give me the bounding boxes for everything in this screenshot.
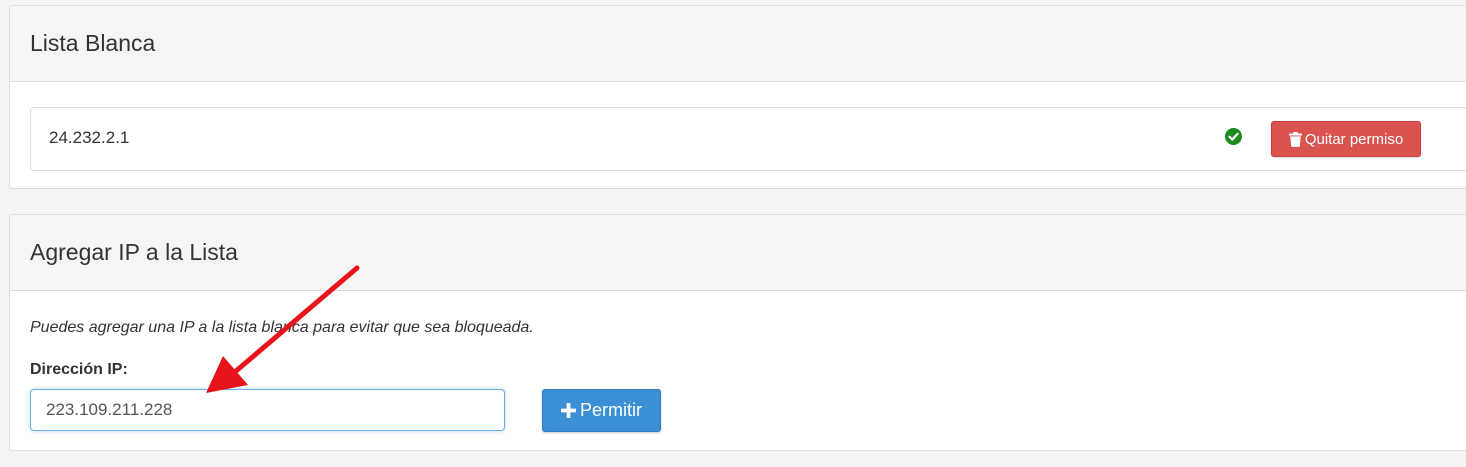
whitelist-panel-heading: Lista Blanca <box>10 6 1466 82</box>
ip-address-label: Dirección IP: <box>30 361 128 378</box>
whitelist-panel: Lista Blanca 24.232.2.1 Quitar permiso <box>9 5 1466 189</box>
trash-icon <box>1288 131 1302 147</box>
permit-button[interactable]: Permitir <box>542 389 661 432</box>
remove-permission-button[interactable]: Quitar permiso <box>1271 121 1421 157</box>
check-circle-icon <box>1225 128 1242 145</box>
permit-label: Permitir <box>580 400 642 420</box>
ip-address-input[interactable] <box>30 389 505 431</box>
whitelist-entry: 24.232.2.1 Quitar permiso <box>30 107 1466 171</box>
add-ip-panel-heading: Agregar IP a la Lista <box>10 215 1466 291</box>
plus-icon <box>561 403 576 418</box>
add-ip-title: Agregar IP a la Lista <box>30 239 238 265</box>
remove-permission-label: Quitar permiso <box>1304 130 1404 148</box>
add-ip-panel: Agregar IP a la Lista Puedes agregar una… <box>9 214 1466 451</box>
help-text: Puedes agregar una IP a la lista blanca … <box>30 319 534 336</box>
whitelist-entry-ip: 24.232.2.1 <box>49 128 130 147</box>
whitelist-title: Lista Blanca <box>30 30 156 56</box>
